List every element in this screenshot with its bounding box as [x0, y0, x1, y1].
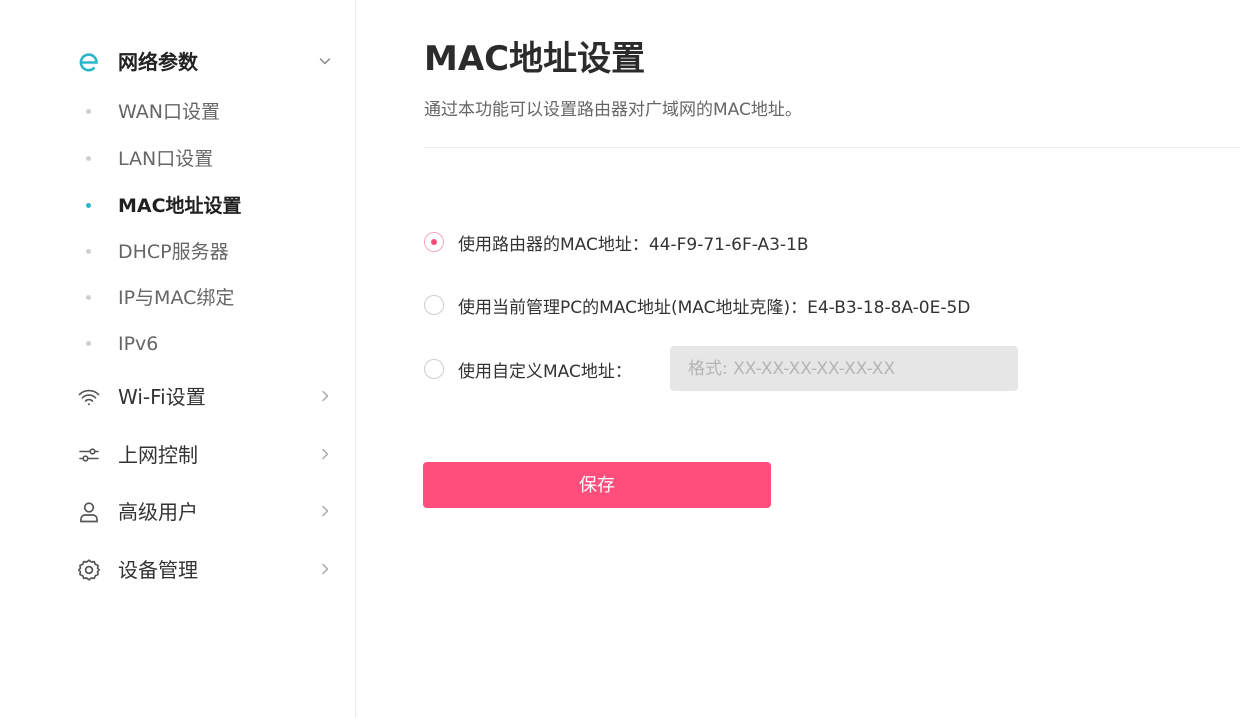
- sidebar-group-label: 设备管理: [118, 558, 198, 582]
- divider: [424, 147, 1240, 148]
- option-clone-pc-mac[interactable]: 使用当前管理PC的MAC地址(MAC地址克隆)：E4-B3-18-8A-0E-5…: [424, 288, 970, 322]
- page-title: MAC地址设置: [424, 39, 646, 79]
- gear-icon: [76, 557, 102, 583]
- radio-button-checked[interactable]: [424, 232, 444, 252]
- sidebar-item-label: DHCP服务器: [118, 241, 229, 263]
- sidebar-group-label: 高级用户: [118, 500, 198, 524]
- option-label: 使用自定义MAC地址：: [458, 361, 632, 382]
- option-custom-mac[interactable]: 使用自定义MAC地址：: [424, 352, 632, 386]
- bullet-dot: [86, 249, 91, 254]
- chevron-right-icon: [318, 504, 332, 518]
- sidebar-item-ipv6[interactable]: IPv6: [0, 324, 355, 364]
- bullet-dot: [86, 341, 91, 346]
- sidebar-item-label: WAN口设置: [118, 101, 220, 123]
- sidebar-item-ip-mac-binding[interactable]: IP与MAC绑定: [0, 278, 355, 318]
- sidebar-item-label: MAC地址设置: [118, 195, 242, 217]
- sidebar-group-label: 网络参数: [118, 50, 198, 74]
- wifi-icon: [76, 384, 102, 410]
- radio-button[interactable]: [424, 295, 444, 315]
- bullet-dot: [86, 295, 91, 300]
- chevron-down-icon: [318, 54, 332, 68]
- sidebar-item-label: IP与MAC绑定: [118, 287, 235, 309]
- sidebar-group-label: 上网控制: [118, 443, 198, 467]
- sidebar: 网络参数 WAN口设置 LAN口设置 MAC地址设置 DHCP服务器 IP与MA…: [0, 0, 356, 718]
- bullet-dot: [86, 109, 91, 114]
- save-button[interactable]: 保存: [423, 462, 771, 508]
- chevron-right-icon: [318, 389, 332, 403]
- sidebar-item-label: LAN口设置: [118, 148, 214, 170]
- sidebar-item-mac-address[interactable]: MAC地址设置: [0, 186, 355, 226]
- page-description: 通过本功能可以设置路由器对广域网的MAC地址。: [424, 100, 802, 120]
- sidebar-item-wan[interactable]: WAN口设置: [0, 92, 355, 132]
- sidebar-group-advanced-users[interactable]: 高级用户: [0, 488, 355, 534]
- sidebar-item-label: IPv6: [118, 333, 159, 355]
- main-content: MAC地址设置 通过本功能可以设置路由器对广域网的MAC地址。 使用路由器的MA…: [356, 0, 1240, 718]
- e-logo-icon: [76, 49, 102, 75]
- bullet-dot: [86, 156, 91, 161]
- chevron-right-icon: [318, 447, 332, 461]
- user-icon: [76, 499, 102, 525]
- app-root: 网络参数 WAN口设置 LAN口设置 MAC地址设置 DHCP服务器 IP与MA…: [0, 0, 1240, 718]
- sliders-icon: [76, 442, 102, 468]
- option-label: 使用当前管理PC的MAC地址(MAC地址克隆)：E4-B3-18-8A-0E-5…: [458, 297, 971, 318]
- sidebar-group-internet-control[interactable]: 上网控制: [0, 431, 355, 477]
- option-router-mac[interactable]: 使用路由器的MAC地址：44-F9-71-6F-A3-1B: [424, 225, 809, 259]
- sidebar-item-lan[interactable]: LAN口设置: [0, 139, 355, 179]
- sidebar-group-wifi[interactable]: Wi-Fi设置: [0, 373, 355, 419]
- sidebar-group-network-params[interactable]: 网络参数: [0, 38, 355, 84]
- chevron-right-icon: [318, 562, 332, 576]
- option-label: 使用路由器的MAC地址：44-F9-71-6F-A3-1B: [458, 234, 809, 255]
- sidebar-group-label: Wi-Fi设置: [118, 385, 206, 409]
- custom-mac-input[interactable]: [670, 346, 1018, 391]
- sidebar-group-device-management[interactable]: 设备管理: [0, 546, 355, 592]
- radio-button[interactable]: [424, 359, 444, 379]
- sidebar-item-dhcp[interactable]: DHCP服务器: [0, 232, 355, 272]
- bullet-dot-active: [86, 203, 91, 208]
